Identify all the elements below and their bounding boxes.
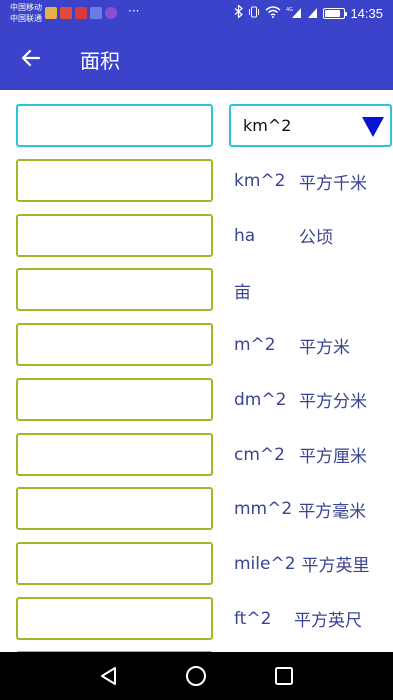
circle-home-icon (186, 666, 206, 686)
unit-chinese-name: 平方英里 (301, 556, 370, 577)
unit-row: ha 公顷 (0, 213, 393, 258)
unit-abbreviation: ft^2 (234, 608, 272, 629)
unit-label: mile^2 平方英里 (234, 542, 370, 586)
unit-value-input[interactable] (16, 541, 213, 585)
source-value-input[interactable] (16, 104, 213, 147)
unit-chinese-name: 平方毫米 (298, 501, 367, 522)
unit-row: m^2 平方米 (0, 323, 393, 367)
unit-row: km^2 平方千米 (0, 159, 393, 203)
video-app-icon (60, 7, 72, 19)
unit-label: ft^2 平方英尺 (234, 597, 362, 641)
status-bar: 中国移动 中国联通 ··· 4G 14:35 (0, 0, 393, 27)
signal-1-icon: 4G (286, 6, 302, 22)
unit-abbreviation: cm^2 (234, 444, 285, 465)
carrier-labels: 中国移动 中国联通 (10, 2, 42, 24)
unit-label: ha 公顷 (234, 214, 333, 258)
unit-value-input[interactable] (16, 159, 213, 202)
unit-value-input[interactable] (16, 487, 213, 531)
unit-value-input[interactable] (16, 323, 213, 367)
carrier-2: 中国联通 (10, 14, 42, 23)
system-nav-bar (0, 652, 393, 700)
unit-abbreviation: m^2 (234, 335, 276, 356)
wifi-icon (265, 5, 281, 22)
unit-label: dm^2 平方分米 (234, 378, 367, 422)
nav-home-button[interactable] (183, 663, 209, 689)
news-app-icon (75, 7, 87, 19)
vibrate-icon (248, 6, 260, 22)
app-bar: 面积 (0, 27, 393, 90)
unit-row: mile^2 平方英里 (0, 541, 393, 586)
unit-abbreviation: ha (234, 225, 256, 246)
clock: 14:35 (350, 6, 383, 21)
unit-dropdown-value: km^2 (243, 116, 292, 135)
triangle-back-icon (101, 667, 116, 685)
more-notifications: ··· (128, 4, 140, 18)
chat-app-icon (105, 7, 117, 19)
unit-row: dm^2 平方分米 (0, 377, 393, 422)
unit-chinese-name: 平方英尺 (294, 611, 362, 632)
unit-chinese-name: 平方厘米 (299, 447, 367, 467)
unit-dropdown[interactable]: km^2 (229, 104, 392, 147)
unit-chinese-name: 亩 (234, 282, 251, 303)
notification-app-icon (45, 7, 57, 19)
nav-recents-button[interactable] (271, 663, 297, 689)
unit-label: mm^2 平方毫米 (234, 487, 366, 531)
unit-label: m^2 平方米 (234, 323, 350, 367)
unit-row: cm^2 平方厘米 (0, 432, 393, 477)
signal-2-icon (307, 6, 318, 22)
back-button[interactable] (14, 41, 48, 75)
unit-abbreviation: mm^2 (234, 499, 293, 520)
unit-value-input[interactable] (16, 377, 213, 421)
unit-abbreviation: km^2 (234, 171, 286, 191)
unit-label: km^2 平方千米 (234, 159, 367, 203)
unit-value-input[interactable] (16, 596, 213, 640)
battery-icon (323, 8, 348, 19)
unit-chinese-name: 平方分米 (299, 392, 367, 413)
svg-text:4G: 4G (286, 7, 293, 13)
unit-chinese-name: 公顷 (299, 228, 333, 249)
unit-row: 亩 (0, 268, 393, 312)
unit-chinese-name: 平方千米 (299, 173, 367, 194)
dropdown-arrow-icon (362, 117, 384, 137)
unit-label: 亩 (234, 268, 251, 312)
browser-app-icon (90, 7, 102, 19)
battery-level (325, 10, 341, 17)
unit-chinese-name: 平方米 (299, 337, 350, 358)
unit-value-input[interactable] (16, 432, 213, 476)
unit-label: cm^2 平方厘米 (234, 433, 367, 477)
notification-icons (45, 7, 117, 19)
unit-value-input[interactable] (16, 268, 213, 312)
status-icons: 4G 14:35 (234, 4, 383, 22)
carrier-1: 中国移动 (10, 3, 42, 12)
square-recents-icon (275, 667, 293, 685)
unit-value-input[interactable] (16, 213, 213, 257)
nav-back-button[interactable] (96, 663, 122, 689)
unit-abbreviation: dm^2 (234, 389, 287, 410)
converter-list: km^2 km^2 平方千米 ha 公顷亩 m^2 平方米 dm^2 平方分米 cm^2 平方厘米… (0, 90, 393, 652)
unit-row: mm^2 平方毫米 (0, 487, 393, 531)
page-title: 面积 (80, 49, 120, 73)
arrow-left-icon (21, 49, 41, 67)
unit-row: ft^2 平方英尺 (0, 596, 393, 641)
bluetooth-icon (234, 4, 244, 22)
unit-abbreviation: mile^2 (234, 553, 296, 574)
